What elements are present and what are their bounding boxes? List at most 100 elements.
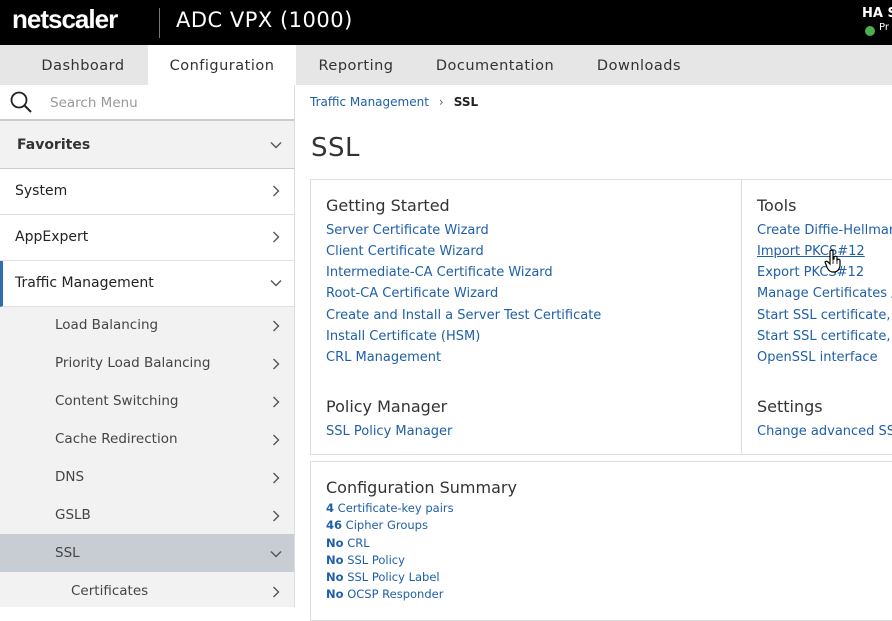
- configuration-summary-card: Configuration Summary 4 Certificate-key …: [310, 461, 892, 621]
- getting-started-title: Getting Started: [326, 196, 450, 215]
- root-ca-wizard-link[interactable]: Root-CA Certificate Wizard: [326, 286, 498, 301]
- chevron-right-icon: [273, 358, 280, 370]
- summary-value: No: [326, 587, 344, 601]
- ha-status-icon: [865, 26, 875, 36]
- chevron-right-icon: [273, 320, 280, 332]
- sidebar-item-priority-load-balancing[interactable]: Priority Load Balancing: [0, 344, 294, 382]
- summary-ssl-policy[interactable]: No SSL Policy: [326, 553, 405, 567]
- sidebar-item-label: System: [15, 183, 68, 199]
- header-divider: [159, 8, 160, 38]
- openssl-interface-link[interactable]: OpenSSL interface: [757, 350, 878, 365]
- search-bar: [0, 85, 294, 121]
- intermediate-ca-wizard-link[interactable]: Intermediate-CA Certificate Wizard: [326, 265, 553, 280]
- crl-management-link[interactable]: CRL Management: [326, 350, 441, 365]
- install-certificate-hsm-link[interactable]: Install Certificate (HSM): [326, 329, 480, 344]
- start-ssl-certificate-link[interactable]: Start SSL certificate, l: [757, 329, 892, 344]
- create-diffie-hellman-link[interactable]: Create Diffie-Hellman: [757, 223, 892, 238]
- sidebar-item-label: Load Balancing: [55, 317, 159, 333]
- tab-dashboard[interactable]: Dashboard: [0, 45, 166, 85]
- chevron-right-icon: [273, 434, 280, 446]
- import-pkcs12-link[interactable]: Import PKCS#12: [757, 244, 865, 259]
- summary-value: No: [326, 553, 344, 567]
- sidebar-item-favorites[interactable]: Favorites: [0, 123, 294, 169]
- configuration-summary-title: Configuration Summary: [326, 478, 517, 497]
- ha-state: Pr: [879, 22, 889, 33]
- summary-certificate-key-pairs[interactable]: 4 Certificate-key pairs: [326, 501, 454, 515]
- summary-label: Certificate-key pairs: [337, 501, 454, 515]
- summary-value: 4: [326, 501, 335, 515]
- summary-value: No: [326, 570, 344, 584]
- sidebar-item-appexpert[interactable]: AppExpert: [0, 215, 294, 261]
- server-certificate-wizard-link[interactable]: Server Certificate Wizard: [326, 223, 489, 238]
- summary-crl[interactable]: No CRL: [326, 536, 370, 550]
- card-divider: [741, 180, 742, 454]
- summary-cipher-groups[interactable]: 46 Cipher Groups: [326, 518, 428, 532]
- summary-label: OCSP Responder: [347, 587, 444, 601]
- sidebar-item-label: Certificates: [71, 583, 149, 599]
- summary-value: 46: [326, 518, 343, 532]
- breadcrumb: Traffic Management › SSL: [310, 95, 478, 109]
- tab-documentation[interactable]: Documentation: [416, 45, 574, 85]
- main-content: Traffic Management › SSL SSL Getting Start…: [296, 85, 892, 621]
- chevron-right-icon: [273, 510, 280, 522]
- ssl-overview-card: Getting Started Server Certificate Wizar…: [310, 179, 892, 455]
- breadcrumb-separator-icon: ›: [438, 95, 444, 109]
- sidebar-item-gslb[interactable]: GSLB: [0, 496, 294, 534]
- summary-value: No: [326, 536, 344, 550]
- server-test-certificate-link[interactable]: Create and Install a Server Test Certifi…: [326, 308, 601, 323]
- tab-downloads[interactable]: Downloads: [574, 45, 704, 85]
- sidebar-item-certificates[interactable]: Certificates: [0, 572, 294, 607]
- sidebar-item-system[interactable]: System: [0, 169, 294, 215]
- sidebar-item-label: DNS: [55, 469, 85, 485]
- chevron-right-icon: [273, 231, 280, 243]
- search-input[interactable]: [50, 93, 280, 113]
- sidebar-item-label: Content Switching: [55, 393, 179, 409]
- start-ssl-certificate-link[interactable]: Start SSL certificate, l: [757, 308, 892, 323]
- policy-manager-title: Policy Manager: [326, 397, 448, 416]
- tab-reporting[interactable]: Reporting: [296, 45, 416, 85]
- settings-title: Settings: [757, 397, 823, 416]
- breadcrumb-current: SSL: [453, 95, 479, 109]
- summary-label: SSL Policy Label: [347, 570, 440, 584]
- tab-configuration[interactable]: Configuration: [148, 45, 296, 85]
- netscaler-logo[interactable]: netscaler: [12, 4, 118, 35]
- breadcrumb-traffic-management[interactable]: Traffic Management: [310, 95, 429, 109]
- tools-title: Tools: [757, 196, 797, 215]
- sidebar-item-dns[interactable]: DNS: [0, 458, 294, 496]
- sidebar: Favorites System AppExpert Traffic Manag…: [0, 85, 295, 607]
- main-tabs: Dashboard Configuration Reporting Docume…: [0, 45, 892, 85]
- sidebar-item-load-balancing[interactable]: Load Balancing: [0, 306, 294, 344]
- product-name: ADC VPX (1000): [176, 8, 353, 32]
- chevron-right-icon: [273, 185, 280, 197]
- sidebar-item-content-switching[interactable]: Content Switching: [0, 382, 294, 420]
- chevron-down-icon: [270, 551, 282, 558]
- client-certificate-wizard-link[interactable]: Client Certificate Wizard: [326, 244, 484, 259]
- chevron-down-icon: [270, 142, 282, 149]
- summary-ssl-policy-label[interactable]: No SSL Policy Label: [326, 570, 440, 584]
- sidebar-item-label: GSLB: [55, 507, 91, 523]
- chevron-down-icon: [270, 280, 282, 287]
- sidebar-item-ssl[interactable]: SSL: [0, 534, 294, 572]
- ssl-policy-manager-link[interactable]: SSL Policy Manager: [326, 424, 452, 439]
- chevron-right-icon: [273, 396, 280, 408]
- summary-ocsp-responder[interactable]: No OCSP Responder: [326, 587, 443, 601]
- top-bar: netscaler ADC VPX (1000) HA S Pr: [0, 0, 892, 45]
- manage-certificates-link[interactable]: Manage Certificates /: [757, 286, 892, 301]
- sidebar-item-traffic-management[interactable]: Traffic Management: [0, 261, 294, 307]
- summary-label: CRL: [347, 536, 370, 550]
- chevron-right-icon: [273, 472, 280, 484]
- summary-label: SSL Policy: [347, 553, 405, 567]
- page-title: SSL: [311, 133, 360, 163]
- sidebar-item-label: Priority Load Balancing: [55, 355, 211, 371]
- sidebar-item-label: Traffic Management: [15, 275, 154, 291]
- search-icon[interactable]: [10, 91, 32, 113]
- sidebar-item-label: AppExpert: [15, 229, 89, 245]
- ha-label[interactable]: HA S: [862, 6, 892, 21]
- chevron-right-icon: [273, 586, 280, 598]
- sidebar-item-label: Favorites: [17, 137, 91, 153]
- sidebar-item-label: Cache Redirection: [55, 431, 178, 447]
- summary-label: Cipher Groups: [345, 518, 428, 532]
- sidebar-item-cache-redirection[interactable]: Cache Redirection: [0, 420, 294, 458]
- change-advanced-ssl-settings-link[interactable]: Change advanced SS: [757, 424, 892, 439]
- export-pkcs12-link[interactable]: Export PKCS#12: [757, 265, 864, 280]
